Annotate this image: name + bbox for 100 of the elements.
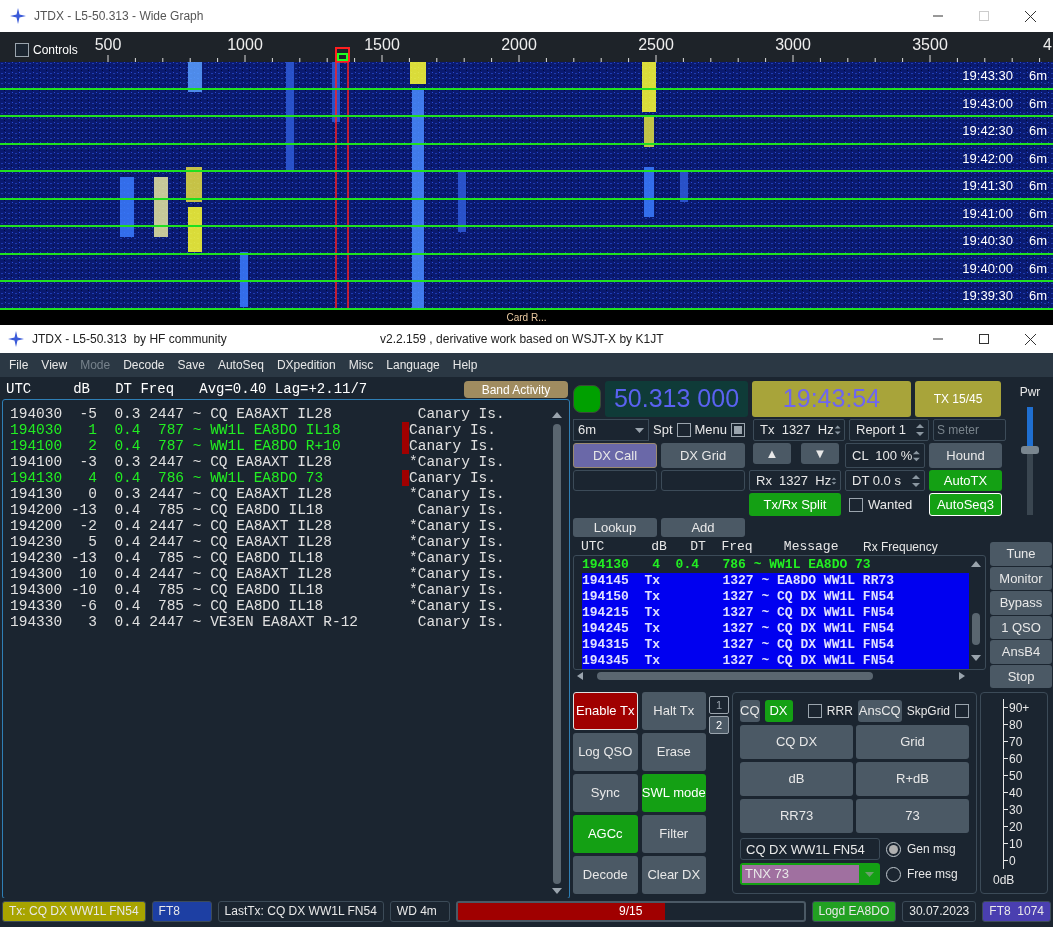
checkbox[interactable] [731, 423, 746, 437]
status-light [573, 385, 601, 413]
cl-spinbox[interactable]: CL 100 % [845, 443, 925, 468]
decode-message[interactable]: 194100 2 0.4 787 ~ WW1L EA8DO R+10 [10, 438, 402, 454]
tx-marker-icon [335, 47, 350, 62]
free-msg-label: Free msg [907, 866, 958, 883]
skpgrid-label: SkpGrid [906, 703, 950, 720]
add-button[interactable]: Add [661, 518, 745, 537]
menu-item[interactable]: View [41, 356, 68, 374]
decode-message[interactable]: 194200 -2 0.4 2447 ~ CQ EA8AXT IL28 [10, 518, 402, 534]
decode-message[interactable]: 194200 -13 0.4 785 ~ CQ EA8DO IL18 [10, 502, 402, 518]
menu-item[interactable]: File [9, 356, 29, 374]
tab[interactable]: 2 [709, 716, 729, 734]
country-label: *Canary Is. [409, 566, 505, 582]
rx-message[interactable]: 194345 Tx 1327 ~ CQ DX WW1L FN54 [582, 653, 969, 669]
dx-grid-field[interactable] [661, 470, 745, 491]
rx-message[interactable]: 194130 4 0.4 786 ~ WW1L EA8DO 73 [582, 557, 969, 573]
tx-frequency-spinbox[interactable]: Tx 1327 Hz [753, 419, 845, 441]
dt-spinbox[interactable]: DT 0.0 s [845, 470, 925, 491]
spin-arrows-icon[interactable] [911, 472, 921, 489]
message-button[interactable]: dB [740, 762, 853, 796]
checkbox[interactable] [807, 704, 822, 718]
caret-icon [865, 871, 874, 877]
maximize-icon [979, 334, 989, 344]
status-label: WD 4m [389, 901, 450, 922]
menu-item[interactable]: DXpedition [276, 356, 336, 374]
hound-button[interactable]: Hound [929, 443, 1002, 468]
decode-message[interactable]: 194130 0 0.3 2447 ~ CQ EA8AXT IL28 [10, 486, 402, 502]
status-label: Logd EA8DO [811, 901, 897, 922]
side-button[interactable]: Monitor [990, 566, 1052, 590]
down-button[interactable]: ▼ [801, 443, 839, 464]
spin-arrows-icon[interactable] [915, 422, 925, 438]
time-label: 19:41:00 [962, 204, 1013, 223]
action-button[interactable]: Halt Tx [641, 692, 706, 730]
dx-call-field[interactable] [573, 470, 657, 491]
status-label: 30.07.2023 [902, 901, 977, 922]
side-button[interactable]: 1 QSO [990, 615, 1052, 639]
action-button[interactable]: Sync [573, 774, 638, 812]
action-button[interactable]: Decode [573, 856, 638, 894]
action-button[interactable]: Enable Tx [573, 692, 638, 730]
menu-item[interactable]: Save [177, 356, 205, 374]
rx-message[interactable]: 194215 Tx 1327 ~ CQ DX WW1L FN54 [582, 605, 969, 621]
menu-item[interactable]: Misc [348, 356, 374, 374]
rx-message[interactable]: 194315 Tx 1327 ~ CQ DX WW1L FN54 [582, 637, 969, 653]
decode-message[interactable]: 194030 1 0.4 787 ~ WW1L EA8DO IL18 [10, 422, 402, 438]
menu-item[interactable]: AutoSeq [217, 356, 264, 374]
band-dropdown[interactable]: 6m [573, 419, 649, 441]
decode-message[interactable]: 194230 -13 0.4 785 ~ CQ EA8DO IL18 [10, 550, 402, 566]
decode-message[interactable]: 194230 5 0.4 2447 ~ CQ EA8AXT IL28 [10, 534, 402, 550]
message-button[interactable]: Grid [856, 725, 969, 759]
action-button[interactable]: Erase [641, 733, 706, 771]
decode-message[interactable]: 194330 3 0.4 2447 ~ VE3EN EA8AXT R-12 [10, 614, 402, 630]
rx-message[interactable]: 194145 Tx 1327 ~ EA8DO WW1L RR73 [582, 573, 969, 589]
action-button[interactable]: Log QSO [573, 733, 638, 771]
decode-message[interactable]: 194130 4 0.4 786 ~ WW1L EA8DO 73 [10, 470, 402, 486]
side-button[interactable]: Bypass [990, 591, 1052, 615]
checkbox[interactable] [676, 423, 691, 437]
menu-item[interactable]: Decode [123, 356, 165, 374]
meter-scale-label: 80 [1009, 718, 1023, 731]
decode-message[interactable]: 194300 10 0.4 2447 ~ CQ EA8AXT IL28 [10, 566, 402, 582]
checkbox[interactable] [15, 43, 29, 57]
column-header: UTC dB DT Freq Avg=0.40 Lag=+2.11/7 [5, 379, 369, 399]
decode-message[interactable]: 194300 -10 0.4 785 ~ CQ EA8DO IL18 [10, 582, 402, 598]
action-button[interactable]: Filter [641, 815, 706, 853]
rx-frequency-spinbox[interactable]: Rx 1327 Hz [749, 470, 841, 491]
report-spinbox[interactable]: Report 1 [849, 419, 929, 441]
dx-button[interactable]: DX Call [573, 443, 657, 468]
message-button[interactable]: RR73 [740, 799, 853, 833]
message-field[interactable]: CQ DX WW1L FN54 [740, 838, 880, 860]
anscq-button[interactable]: AnsCQ [857, 700, 902, 722]
message-button[interactable]: R+dB [856, 762, 969, 796]
menu-item[interactable]: Help [452, 356, 478, 374]
message-button[interactable]: 73 [856, 799, 969, 833]
decode-message[interactable]: 194030 -5 0.3 2447 ~ CQ EA8AXT IL28 [10, 406, 402, 422]
cq-button[interactable]: CQ [740, 700, 760, 722]
action-button[interactable]: Clear DX [641, 856, 706, 894]
country-label: *Canary Is. [409, 486, 505, 502]
slider-thumb[interactable] [1021, 446, 1039, 455]
menu-item[interactable]: Language [386, 356, 440, 374]
close-icon [1024, 10, 1036, 22]
rx-message[interactable]: 194245 Tx 1327 ~ CQ DX WW1L FN54 [582, 621, 969, 637]
side-button[interactable]: AnsB4 [990, 640, 1052, 664]
rx-message[interactable]: 194150 Tx 1327 ~ CQ DX WW1L FN54 [582, 589, 969, 605]
checkbox[interactable] [955, 704, 969, 718]
time-label: 19:42:00 [962, 149, 1013, 168]
status-label: Tx: CQ DX WW1L FN54 [2, 901, 146, 922]
dx-button[interactable]: DX Grid [661, 443, 745, 468]
side-button[interactable]: Tune [990, 542, 1052, 566]
meter-scale-label: 90+ [1009, 701, 1030, 714]
tx-period: TX 15/45 [915, 381, 1001, 417]
side-button[interactable]: Stop [990, 664, 1052, 688]
up-button[interactable]: ▲ [753, 443, 791, 464]
frequency-label: 1000 [227, 35, 263, 55]
country-label: Canary Is. [409, 422, 496, 438]
decode-message[interactable]: 194330 -6 0.4 785 ~ CQ EA8DO IL18 [10, 598, 402, 614]
lookup-button[interactable]: Lookup [573, 518, 657, 537]
checkbox[interactable] [849, 497, 863, 512]
decode-message[interactable]: 194100 -3 0.3 2447 ~ CQ EA8AXT IL28 [10, 454, 402, 470]
tab[interactable]: 1 [709, 696, 729, 714]
message-button[interactable]: CQ DX [740, 725, 853, 759]
